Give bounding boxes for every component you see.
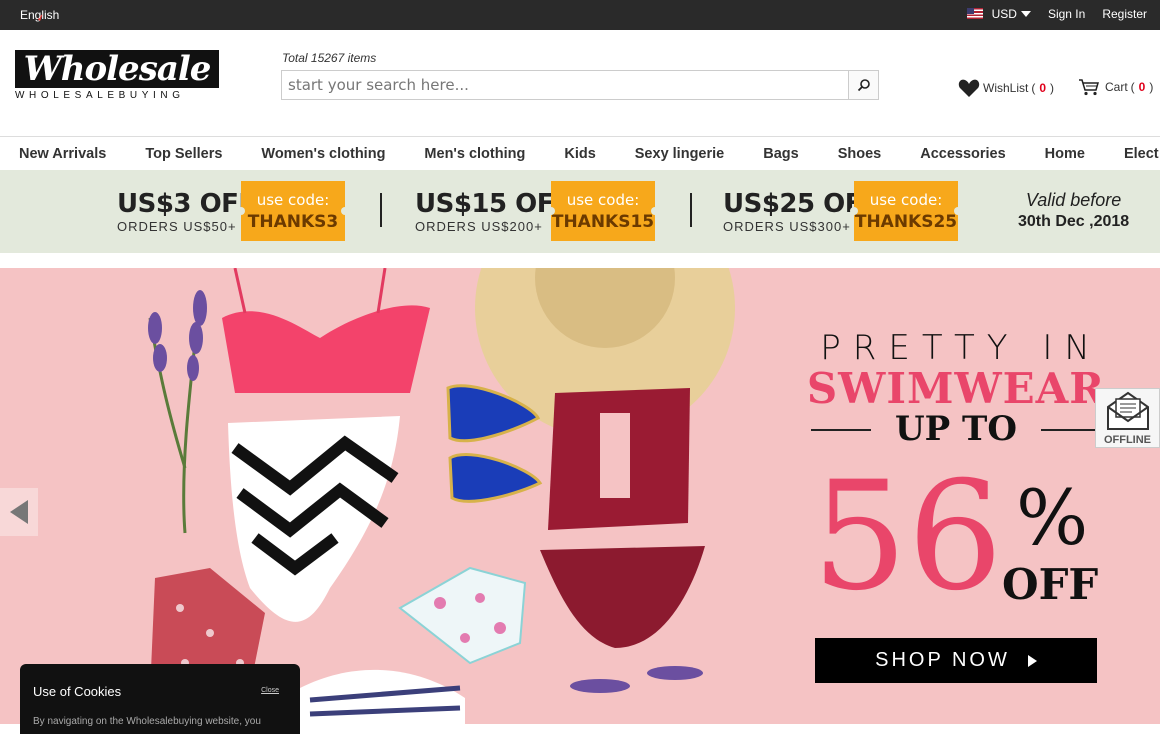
carousel-prev-button[interactable] — [0, 488, 38, 536]
nav-item-top-sellers[interactable]: Top Sellers — [145, 146, 222, 162]
coupon-1-amount: US$3 OFF — [117, 189, 256, 219]
cart-count: 0 — [1138, 80, 1146, 94]
cookie-close-link[interactable]: Close — [261, 687, 279, 694]
nav-item-mens-clothing[interactable]: Men's clothing — [424, 146, 525, 162]
search-button[interactable] — [848, 71, 878, 99]
cart-link[interactable]: Cart (0) — [1078, 78, 1153, 96]
pink-bikini-top-image — [222, 305, 430, 393]
currency-selector[interactable]: USD — [966, 7, 1031, 21]
coupon-divider — [690, 193, 692, 227]
coupon-1: US$3 OFF ORDERS US$50+ use code: THANKS3 — [117, 181, 349, 241]
coupon-validity: Valid before 30th Dec ,2018 — [1018, 190, 1129, 231]
cart-label: Cart — [1105, 80, 1128, 94]
logo-wordmark: Wholesale — [15, 50, 219, 88]
heart-icon — [958, 79, 980, 97]
swimwear-product-image — [148, 268, 735, 724]
search-icon — [857, 79, 870, 92]
us-flag-icon — [966, 8, 983, 19]
logo-tagline: WHOLESALEBUYING — [15, 90, 185, 101]
envelope-icon — [1106, 391, 1149, 430]
site-header: Wholesale WHOLESALEBUYING Total 15267 it… — [0, 30, 1160, 137]
coupon-3-code-badge: use code: THANKS25 — [850, 181, 962, 241]
account-links: USD Sign In Register — [966, 7, 1147, 21]
wishlist-label: WishList — [983, 81, 1029, 95]
nav-item-womens-clothing[interactable]: Women's clothing — [261, 146, 385, 162]
register-link[interactable]: Register — [1102, 7, 1147, 21]
arrow-left-icon — [10, 500, 28, 524]
coupon-1-code-badge: use code: THANKS3 — [237, 181, 349, 241]
shop-now-label: SHOP NOW — [875, 649, 1010, 671]
nav-item-kids[interactable]: Kids — [564, 146, 595, 162]
chat-status-label: OFFLINE — [1103, 434, 1152, 446]
coupon-2-use-label: use code: — [566, 191, 640, 209]
total-items-count: Total 15267 items — [282, 51, 377, 65]
nav-item-new-arrivals[interactable]: New Arrivals — [19, 146, 106, 162]
currency-label: USD — [991, 7, 1017, 21]
nav-item-shoes[interactable]: Shoes — [838, 146, 882, 162]
coupon-divider — [380, 193, 382, 227]
percent-sign: % — [1016, 473, 1089, 562]
validity-date: 30th Dec ,2018 — [1018, 213, 1130, 230]
nav-item-home[interactable]: Home — [1045, 146, 1085, 162]
coupon-2-amount: US$15 OFF — [415, 189, 572, 219]
nav-item-bags[interactable]: Bags — [763, 146, 798, 162]
nav-item-sexy-lingerie[interactable]: Sexy lingerie — [635, 146, 724, 162]
coupon-1-minimum: ORDERS US$50+ — [117, 219, 237, 234]
off-label: OFF — [1002, 560, 1099, 609]
play-arrow-icon — [1027, 654, 1037, 667]
discount-block: 56 % OFF — [806, 328, 1106, 628]
top-bar: English ✔ USD Sign In Register — [0, 0, 1160, 30]
caret-down-icon — [1020, 11, 1031, 17]
cart-icon — [1079, 79, 1099, 96]
coupon-2-code: THANKS15 — [551, 212, 655, 232]
coupon-2-code-badge: use code: THANKS15 — [547, 181, 659, 241]
coupon-1-code: THANKS3 — [247, 212, 339, 232]
coupon-2: US$15 OFF ORDERS US$200+ use code: THANK… — [415, 181, 659, 241]
main-nav: New Arrivals Top Sellers Women's clothin… — [0, 137, 1160, 170]
cookie-title: Use of Cookies — [33, 684, 122, 699]
search-bar — [281, 70, 879, 100]
chat-widget[interactable]: OFFLINE — [1095, 388, 1160, 448]
sign-in-link[interactable]: Sign In — [1048, 7, 1085, 21]
discount-number: 56 — [812, 450, 1003, 624]
hero-banner[interactable]: PRETTY IN SWIMWEAR UP TO 56 % OFF SHOP N… — [0, 268, 1160, 724]
coupon-3-code: THANKS25 — [854, 212, 958, 232]
wishlist-count: 0 — [1039, 81, 1047, 95]
coupon-banner[interactable]: US$3 OFF ORDERS US$50+ use code: THANKS3… — [0, 170, 1160, 253]
coupon-2-minimum: ORDERS US$200+ — [415, 219, 543, 234]
search-input[interactable] — [282, 71, 849, 99]
language-selector[interactable]: English ✔ — [20, 8, 59, 24]
shop-now-button[interactable]: SHOP NOW — [815, 638, 1097, 683]
validity-label: Valid before — [1025, 190, 1122, 210]
coupon-3: US$25 OFF ORDERS US$300+ use code: THANK… — [723, 181, 962, 241]
wishlist-link[interactable]: WishList (0) — [958, 78, 1054, 98]
discount-percent: 56 % OFF — [806, 462, 1106, 620]
coupon-3-use-label: use code: — [869, 191, 943, 209]
coupon-3-minimum: ORDERS US$300+ — [723, 219, 851, 234]
nav-item-accessories[interactable]: Accessories — [920, 146, 1005, 162]
coupon-1-use-label: use code: — [256, 191, 330, 209]
nav-item-electronics[interactable]: Elect — [1124, 146, 1159, 162]
site-logo[interactable]: Wholesale WHOLESALEBUYING — [15, 50, 219, 103]
floral-bikini-image — [398, 566, 527, 665]
cookie-text: By navigating on the Wholesalebuying web… — [33, 716, 261, 727]
